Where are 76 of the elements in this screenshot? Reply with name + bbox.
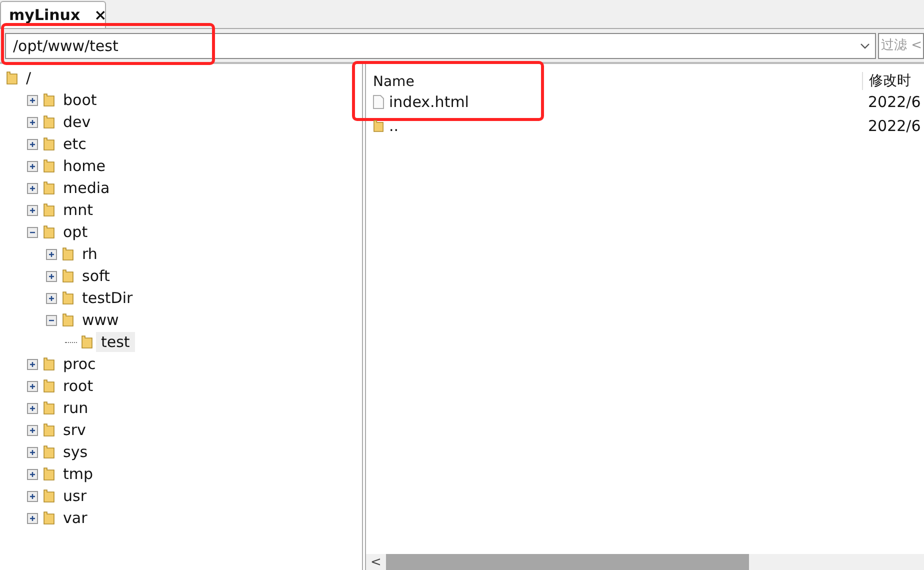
- dropdown-caret-icon[interactable]: [860, 42, 870, 48]
- folder-icon: [43, 467, 55, 481]
- tree-item[interactable]: root: [58, 376, 98, 396]
- tree-item[interactable]: sys: [58, 442, 93, 462]
- folder-icon: [43, 181, 55, 195]
- column-header[interactable]: Name: [366, 74, 862, 90]
- tree-item[interactable]: home: [58, 156, 111, 176]
- tree-item[interactable]: run: [58, 398, 94, 418]
- expander-icon[interactable]: [27, 424, 38, 436]
- expander-icon[interactable]: [27, 94, 38, 106]
- expander-icon[interactable]: [27, 204, 38, 216]
- tree-item[interactable]: dev: [58, 112, 96, 132]
- expander-icon[interactable]: [27, 402, 38, 414]
- folder-icon: [62, 291, 74, 305]
- folder-icon: [43, 137, 55, 151]
- expander-icon[interactable]: [27, 138, 38, 150]
- folder-icon: [43, 93, 55, 107]
- tree-item[interactable]: usr: [58, 486, 92, 506]
- column-header[interactable]: 修改时: [862, 72, 924, 90]
- scroll-thumb[interactable]: [386, 554, 749, 570]
- tree-item[interactable]: /: [21, 68, 36, 88]
- tree-item[interactable]: proc: [58, 354, 101, 374]
- close-icon[interactable]: ×: [94, 6, 107, 24]
- expander-icon[interactable]: [27, 446, 38, 458]
- expander-icon[interactable]: [46, 270, 57, 282]
- file-name[interactable]: index.html: [389, 93, 469, 111]
- tree-item[interactable]: boot: [58, 90, 102, 110]
- horizontal-scrollbar[interactable]: <: [366, 554, 924, 570]
- folder-icon: [43, 379, 55, 393]
- tree-item[interactable]: www: [77, 310, 124, 330]
- modified-cell-text: 2022/6: [867, 93, 922, 111]
- expander-icon[interactable]: [46, 248, 57, 260]
- folder-icon: [43, 203, 55, 217]
- expander-icon[interactable]: [27, 512, 38, 524]
- folder-icon: [43, 445, 55, 459]
- expander-icon[interactable]: [27, 116, 38, 128]
- folder-icon: [62, 247, 74, 261]
- expander-icon[interactable]: [27, 182, 38, 194]
- folder-icon: [43, 225, 55, 239]
- filter-field[interactable]: 过滤 <: [878, 32, 924, 58]
- expander-icon[interactable]: [27, 380, 38, 392]
- path-field[interactable]: /opt/www/test: [5, 32, 876, 58]
- folder-icon: [81, 335, 93, 349]
- expander-icon[interactable]: [46, 314, 57, 326]
- folder-icon: [43, 401, 55, 415]
- tree-item[interactable]: soft: [77, 266, 115, 286]
- tree-item[interactable]: tmp: [58, 464, 98, 484]
- tree-item[interactable]: etc: [58, 134, 92, 154]
- folder-icon: [43, 511, 55, 525]
- expander-icon[interactable]: [46, 292, 57, 304]
- tree-item[interactable]: testDir: [77, 288, 138, 308]
- folder-icon: [6, 71, 18, 85]
- folder-icon: [373, 119, 384, 133]
- expander-icon[interactable]: [27, 160, 38, 172]
- tree-item[interactable]: srv: [58, 420, 91, 440]
- folder-icon: [43, 159, 55, 173]
- folder-icon: [62, 269, 74, 283]
- tree-item[interactable]: mnt: [58, 200, 98, 220]
- tree-item[interactable]: var: [58, 508, 92, 528]
- file-icon: [373, 95, 384, 109]
- expander-icon[interactable]: [27, 490, 38, 502]
- folder-icon: [43, 115, 55, 129]
- folder-icon: [62, 313, 74, 327]
- folder-icon: [43, 423, 55, 437]
- expander-icon[interactable]: [27, 226, 38, 238]
- scroll-left-button[interactable]: <: [366, 554, 386, 570]
- expander-icon[interactable]: [27, 358, 38, 370]
- tree-item[interactable]: rh: [77, 244, 102, 264]
- file-name[interactable]: ..: [389, 117, 399, 135]
- tree-item[interactable]: test: [96, 332, 135, 352]
- tree-item[interactable]: media: [58, 178, 115, 198]
- expander-icon[interactable]: [27, 468, 38, 480]
- folder-icon: [43, 357, 55, 371]
- tree-item[interactable]: opt: [58, 222, 93, 242]
- folder-icon: [43, 489, 55, 503]
- modified-cell-text: 2022/6: [867, 117, 922, 135]
